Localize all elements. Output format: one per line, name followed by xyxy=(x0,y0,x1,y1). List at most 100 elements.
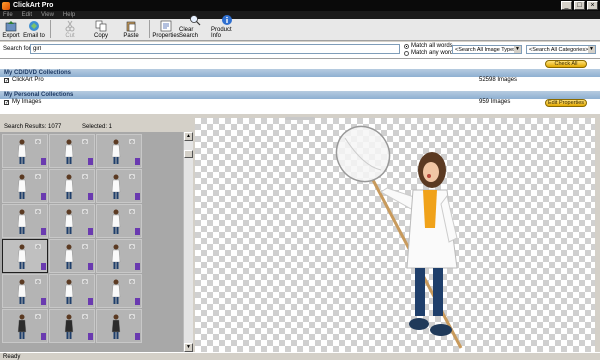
thumbnail-item[interactable]: ◎ xyxy=(96,169,142,203)
thumbnail-item[interactable]: ◎ xyxy=(2,134,48,168)
results-header: Search Results: 1077 Selected: 1 xyxy=(0,120,193,132)
thumbnail-item[interactable]: ◎ xyxy=(96,134,142,168)
scroll-down-button[interactable]: ▼ xyxy=(184,343,193,352)
categories-select[interactable]: <Search All Categories> ▼ xyxy=(526,45,596,54)
image-type-icon: ◎ xyxy=(35,244,41,249)
thumbnail-grid: ◎ ◎ ◎ ◎ ◎ ◎ ◎ ◎ ◎ ◎ ◎ ◎ ◎ ◎ ◎ ◎ ◎ ◎ xyxy=(0,132,183,352)
thumbnail-figure xyxy=(17,314,27,339)
image-types-select[interactable]: <Search All Image Types> ▼ xyxy=(452,45,522,54)
collection-icon xyxy=(41,158,46,165)
thumbnail-figure xyxy=(64,314,74,339)
selected-count: Selected: 1 xyxy=(82,124,113,130)
export-button[interactable]: Export xyxy=(1,18,21,40)
image-type-icon: ◎ xyxy=(35,174,41,179)
thumbnail-item[interactable]: ◎ xyxy=(49,204,95,238)
thumbnail-item[interactable]: ◎ xyxy=(2,169,48,203)
thumbnail-item[interactable]: ◎ xyxy=(2,204,48,238)
thumbnail-figure xyxy=(17,244,27,269)
thumbnail-figure xyxy=(111,209,121,234)
thumbnail-item[interactable]: ◎ xyxy=(2,274,48,308)
thumbnail-figure xyxy=(111,244,121,269)
copy-button[interactable]: Copy xyxy=(86,18,116,40)
thumbnail-item[interactable]: ◎ xyxy=(96,204,142,238)
collection-icon xyxy=(88,193,93,200)
thumbnail-figure xyxy=(111,139,121,164)
search-input[interactable] xyxy=(30,44,400,54)
properties-icon xyxy=(160,20,172,32)
chevron-down-icon: ▼ xyxy=(588,46,595,53)
thumbnail-figure xyxy=(17,174,27,199)
app-icon xyxy=(2,1,10,10)
thumbnail-item[interactable]: ◎ xyxy=(96,274,142,308)
image-type-icon: ◎ xyxy=(35,279,41,284)
cut-button[interactable]: Cut xyxy=(54,18,86,40)
thumbnail-figure xyxy=(64,139,74,164)
collection-checkbox[interactable]: ✓ xyxy=(4,78,9,84)
thumbnail-figure xyxy=(64,174,74,199)
thumbnail-item[interactable]: ◎ xyxy=(49,239,95,273)
thumbnail-item[interactable]: ◎ xyxy=(49,309,95,343)
collection-icon xyxy=(88,333,93,340)
title-bar: ClickArt Pro _ □ × xyxy=(0,0,600,11)
image-type-icon: ◎ xyxy=(82,314,88,319)
preview-resize-grip[interactable] xyxy=(285,117,315,120)
status-bar: Ready xyxy=(0,352,600,360)
image-type-icon: ◎ xyxy=(35,139,41,144)
email-to-button[interactable]: Email to xyxy=(21,18,47,40)
scroll-up-button[interactable]: ▲ xyxy=(184,132,193,141)
thumbnail-figure xyxy=(17,209,27,234)
thumbnail-item[interactable]: ◎ xyxy=(2,239,48,273)
image-type-icon: ◎ xyxy=(129,209,135,214)
thumbnail-item[interactable]: ◎ xyxy=(2,309,48,343)
maximize-button[interactable]: □ xyxy=(574,1,585,10)
collection-checkbox[interactable]: ✓ xyxy=(4,100,9,106)
search-label: Search for: xyxy=(3,46,33,52)
thumbnail-figure xyxy=(64,209,74,234)
collection-icon xyxy=(88,298,93,305)
collection-icon xyxy=(41,298,46,305)
image-type-icon: ◎ xyxy=(35,314,41,319)
thumbnail-item[interactable]: ◎ xyxy=(96,309,142,343)
edit-properties-button[interactable]: Edit Properties xyxy=(545,99,587,107)
collection-icon xyxy=(135,298,140,305)
image-type-icon: ◎ xyxy=(82,244,88,249)
product-info-button[interactable]: Product Info xyxy=(211,15,243,40)
paste-button[interactable]: Paste xyxy=(116,18,146,40)
image-type-icon: ◎ xyxy=(82,209,88,214)
image-type-icon: ◎ xyxy=(82,139,88,144)
clear-search-button[interactable]: Clear Search xyxy=(179,15,211,40)
properties-button[interactable]: Properties xyxy=(152,18,180,40)
scroll-thumb[interactable] xyxy=(184,150,193,158)
preview-image xyxy=(335,125,463,349)
thumbnail-item[interactable]: ◎ xyxy=(96,239,142,273)
search-bar: Search for: Match all words Match any wo… xyxy=(0,42,600,58)
collection-row-clickart[interactable]: ✓ ClickArt Pro 52598 Images xyxy=(0,76,600,85)
cut-icon xyxy=(64,20,76,32)
thumbnail-figure xyxy=(64,279,74,304)
thumbnail-item[interactable]: ◎ xyxy=(49,274,95,308)
collection-icon xyxy=(135,228,140,235)
image-type-icon: ◎ xyxy=(129,244,135,249)
image-type-icon: ◎ xyxy=(82,279,88,284)
close-button[interactable]: × xyxy=(587,1,598,10)
thumbnail-item[interactable]: ◎ xyxy=(49,134,95,168)
collection-icon xyxy=(41,263,46,270)
image-type-icon: ◎ xyxy=(129,279,135,284)
info-icon xyxy=(221,14,233,26)
image-preview xyxy=(195,118,595,352)
thumbnail-figure xyxy=(111,279,121,304)
match-any-radio[interactable]: Match any word xyxy=(404,50,453,56)
copy-icon xyxy=(95,20,107,32)
check-all-button[interactable]: Check All xyxy=(545,60,587,68)
match-all-radio[interactable]: Match all words xyxy=(404,43,453,49)
minimize-button[interactable]: _ xyxy=(561,1,572,10)
image-type-icon: ◎ xyxy=(129,314,135,319)
thumbnail-item[interactable]: ◎ xyxy=(49,169,95,203)
thumbnail-figure xyxy=(111,174,121,199)
collection-row-my-images[interactable]: ✓ My Images 959 Images xyxy=(0,98,600,107)
collection-icon xyxy=(41,333,46,340)
paste-icon xyxy=(125,20,137,32)
collection-icon xyxy=(135,158,140,165)
thumbnail-scrollbar[interactable]: ▲ ▼ xyxy=(183,132,193,352)
thumbnail-figure xyxy=(111,314,121,339)
